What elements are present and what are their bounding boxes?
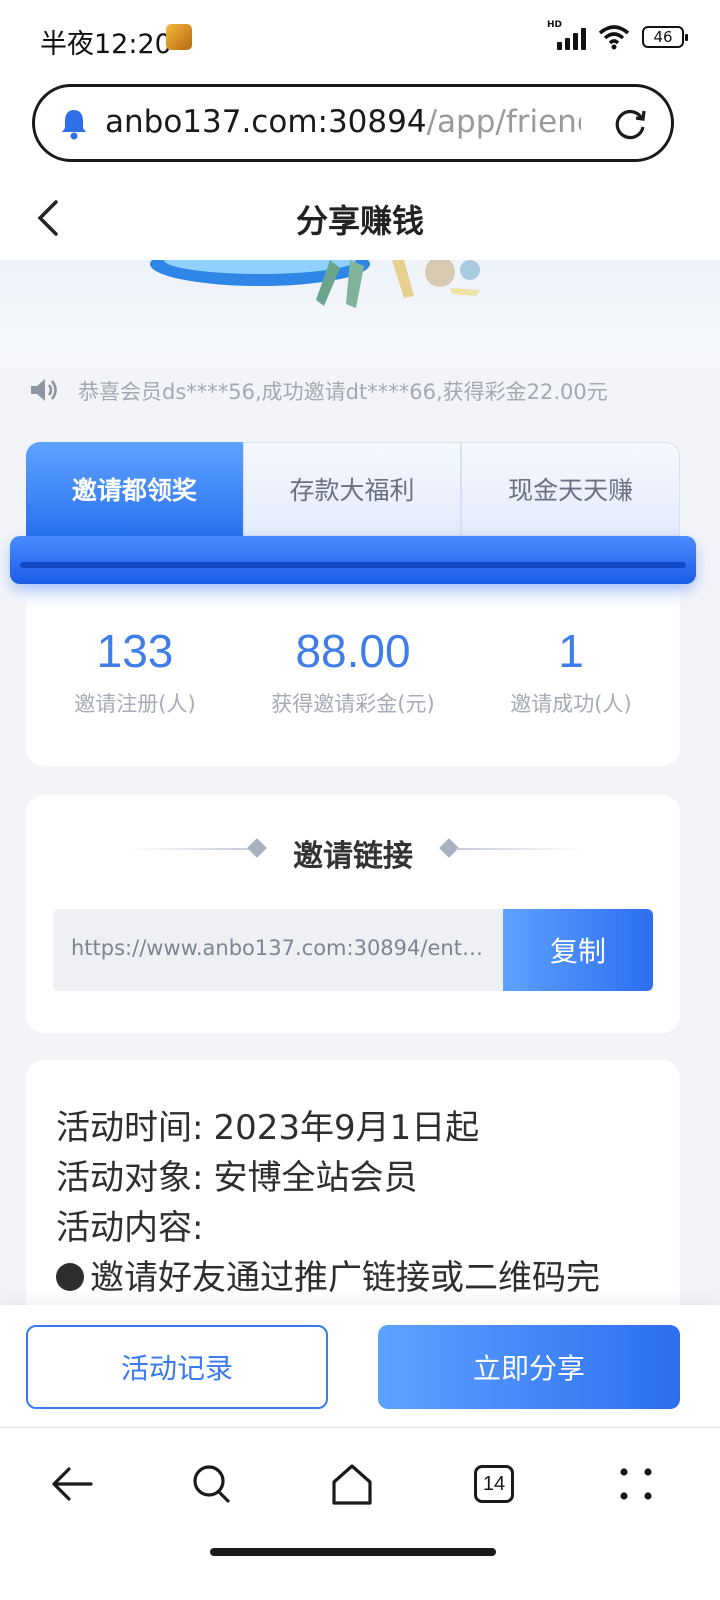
- home-icon: [332, 1464, 372, 1505]
- share-now-button[interactable]: 立即分享: [378, 1325, 680, 1409]
- battery-icon: 46: [642, 26, 688, 48]
- invite-link-card: 邀请链接 https://www.anbo137.com:30894/entry…: [26, 795, 680, 1033]
- notice-text: 恭喜会员ds****56,成功邀请dt****66,获得彩金22.00元: [78, 380, 608, 404]
- stat-registered: 133 邀请注册(人): [26, 624, 244, 718]
- invite-link-title: 邀请链接: [293, 839, 413, 874]
- more-dots-icon: [620, 1468, 652, 1500]
- promo-tabs: 邀请都领奖 存款大福利 现金天天赚: [26, 442, 681, 536]
- tab-invite-reward[interactable]: 邀请都领奖: [26, 442, 243, 536]
- stat-success: 1 邀请成功(人): [462, 624, 680, 718]
- tabs-count-icon: 14: [474, 1465, 514, 1503]
- activity-target-value: 安博全站会员: [213, 1158, 418, 1198]
- bullet-icon: [56, 1263, 84, 1291]
- wifi-icon: [598, 25, 630, 50]
- stat-label: 邀请注册(人): [74, 692, 196, 716]
- activity-target-row: 活动对象: 安博全站会员: [56, 1150, 417, 1199]
- promo-banner: [0, 260, 720, 368]
- divider-line: [456, 848, 584, 850]
- page-title: 分享赚钱: [295, 202, 424, 240]
- invite-link-text: https://www.anbo137.com:30894/entry/regi…: [71, 936, 491, 960]
- activity-info-card: 活动时间: 2023年9月1日起 活动对象: 安博全站会员 活动内容: 邀请好友通过…: [26, 1060, 680, 1320]
- invite-link-field[interactable]: https://www.anbo137.com:30894/entry/regi…: [53, 909, 503, 991]
- activity-content-key: 活动内容:: [56, 1208, 204, 1248]
- nav-search-button[interactable]: [182, 1454, 242, 1514]
- activity-time-key: 活动时间:: [56, 1108, 204, 1148]
- url-host: anbo137.com:30894: [105, 104, 427, 140]
- activity-record-button[interactable]: 活动记录: [26, 1325, 328, 1409]
- browser-nav-bar: 14: [0, 1427, 720, 1600]
- copy-button[interactable]: 复制: [503, 909, 653, 991]
- stat-label: 获得邀请彩金(元): [271, 692, 435, 716]
- status-icons: HD 46: [547, 20, 688, 50]
- activity-time-value: 2023年9月1日起: [213, 1108, 480, 1148]
- tab-rail: [10, 536, 696, 584]
- activity-content-text: 邀请好友通过推广链接或二维码完: [90, 1258, 600, 1298]
- stat-value: 133: [96, 625, 174, 677]
- stat-value: 1: [558, 625, 584, 677]
- nav-menu-button[interactable]: [606, 1454, 666, 1514]
- search-icon: [193, 1465, 230, 1503]
- nav-back-button[interactable]: [42, 1454, 102, 1514]
- address-bar-area: anbo137.com:30894/app/friendIn: [0, 78, 720, 178]
- stat-value: 88.00: [295, 625, 411, 677]
- speaker-icon: [31, 379, 57, 401]
- invite-link-title-row: 邀请链接: [26, 827, 680, 874]
- nav-tabs-button[interactable]: 14: [464, 1454, 524, 1514]
- nav-home-button[interactable]: [322, 1454, 382, 1514]
- bell-icon[interactable]: [59, 107, 89, 141]
- url-path: /app/friendIn: [426, 104, 581, 140]
- activity-content-row: 活动内容:: [56, 1200, 203, 1249]
- activity-time-row: 活动时间: 2023年9月1日起: [56, 1100, 479, 1149]
- cellular-signal-icon: HD: [547, 20, 586, 50]
- notice-marquee: 恭喜会员ds****56,成功邀请dt****66,获得彩金22.00元: [0, 368, 720, 412]
- arrow-left-icon: [52, 1467, 93, 1501]
- activity-target-key: 活动对象:: [56, 1158, 204, 1198]
- reload-icon[interactable]: [611, 105, 649, 143]
- address-bar[interactable]: anbo137.com:30894/app/friendIn: [32, 84, 674, 162]
- tab-deposit-bonus[interactable]: 存款大福利: [242, 442, 462, 536]
- home-indicator[interactable]: [210, 1548, 496, 1556]
- stat-bonus: 88.00 获得邀请彩金(元): [244, 624, 462, 718]
- status-time: 半夜12:20: [40, 29, 172, 60]
- app-notification-icon: [166, 24, 192, 50]
- network-type-label: HD: [547, 20, 563, 30]
- stats-card: 133 邀请注册(人) 88.00 获得邀请彩金(元) 1 邀请成功(人): [26, 566, 680, 766]
- activity-content-item: 邀请好友通过推广链接或二维码完: [56, 1250, 600, 1299]
- banner-illustration: [150, 260, 480, 308]
- url-text[interactable]: anbo137.com:30894/app/friendIn: [105, 104, 581, 140]
- tab-daily-cash[interactable]: 现金天天赚: [461, 442, 681, 536]
- stat-label: 邀请成功(人): [510, 692, 632, 716]
- page-header: 分享赚钱: [0, 178, 720, 260]
- action-bar: 活动记录 立即分享: [0, 1305, 720, 1427]
- status-bar: 半夜12:20 HD 46: [0, 0, 720, 78]
